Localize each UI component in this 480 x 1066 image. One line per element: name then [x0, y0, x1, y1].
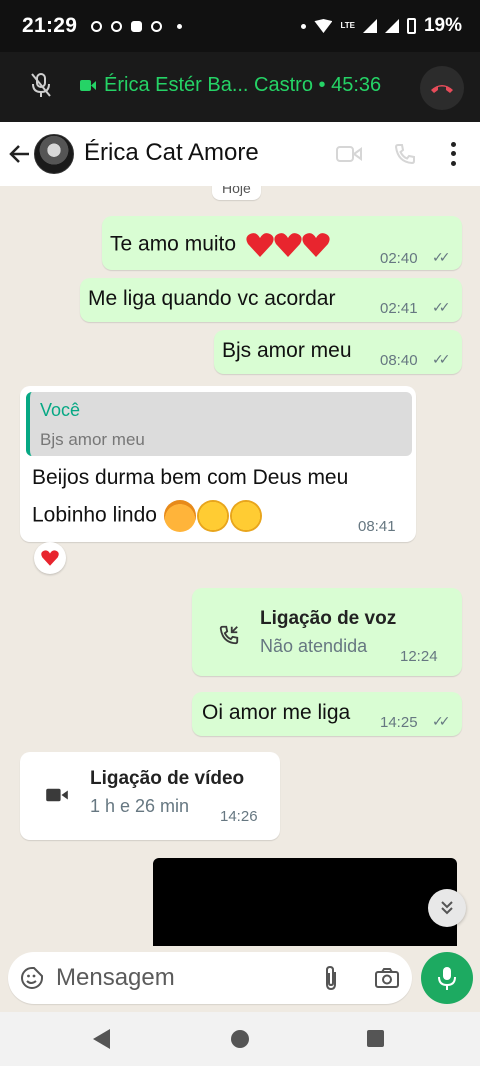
voice-call-icon[interactable] [393, 142, 417, 166]
message-time: 12:24 [400, 648, 438, 665]
contact-avatar[interactable] [34, 134, 74, 174]
notification-icon [111, 20, 123, 32]
scroll-to-bottom-button[interactable] [428, 889, 466, 927]
heart-emojis [242, 233, 331, 257]
read-receipt-icon: ✓✓ [432, 713, 451, 729]
voice-message-button[interactable] [421, 952, 473, 1004]
sticker-icon[interactable] [20, 966, 44, 990]
network-type-label: LTE [340, 21, 355, 30]
read-receipt-icon: ✓✓ [432, 299, 451, 315]
message-text: Te amo muito [110, 232, 237, 256]
call-title[interactable]: Érica Estér Ba... Castro • 45:36 [80, 74, 381, 97]
signal-icon [362, 19, 377, 33]
message-reaction[interactable] [34, 542, 66, 574]
video-call-icon [46, 788, 68, 802]
outgoing-message[interactable]: Oi amor me liga 14:25 ✓✓ [192, 692, 462, 736]
call-log-message[interactable]: Ligação de vídeo 1 h e 26 min 14:26 [20, 752, 280, 840]
notification-icon [151, 20, 163, 32]
incoming-message[interactable]: Você Bjs amor meu Beijos durma bem com D… [20, 386, 416, 542]
heart-emoji-icon [302, 233, 330, 257]
smiling-face-with-hearts-emoji-icon [229, 500, 262, 532]
dot-icon [450, 160, 456, 166]
video-call-icon [80, 80, 96, 91]
call-status: Não atendida [260, 636, 368, 656]
smiling-cat-heart-eyes-emoji-icon [163, 500, 196, 532]
read-receipt-icon: ✓✓ [432, 249, 451, 265]
camera-icon[interactable] [374, 966, 400, 990]
status-right-area: LTE 19% [295, 15, 462, 37]
quoted-message[interactable]: Você Bjs amor meu [26, 392, 412, 456]
double-chevron-down-icon [441, 901, 453, 915]
battery-percentage: 19% [423, 15, 462, 36]
nav-home-icon[interactable] [231, 1030, 249, 1048]
call-label: Ligação de voz [260, 608, 397, 629]
message-input[interactable] [56, 964, 306, 992]
notification-dot-icon [177, 23, 183, 29]
message-time: 08:41 [358, 518, 396, 535]
call-label: Ligação de vídeo [90, 768, 245, 789]
back-button[interactable] [8, 140, 32, 168]
outgoing-message[interactable]: Bjs amor meu 08:40 ✓✓ [214, 330, 462, 374]
dot-icon [450, 142, 456, 148]
message-text: Bjs amor meu [222, 339, 352, 362]
battery-icon [406, 18, 416, 34]
end-call-button[interactable] [420, 66, 464, 110]
status-notification-icons [91, 20, 183, 32]
notification-icon [91, 20, 103, 32]
heart-reaction-icon [41, 550, 59, 566]
notification-icon [131, 20, 143, 32]
quote-text: Bjs amor meu [40, 430, 145, 449]
date-chip: Hoje [212, 186, 261, 200]
dot-icon [450, 151, 456, 157]
signal-icon [384, 19, 399, 33]
message-time: 14:25 [380, 714, 418, 731]
chat-area[interactable]: Hoje Te amo muito 02:40 ✓✓ Me liga quand… [0, 186, 480, 946]
mute-button[interactable] [22, 66, 60, 104]
message-time: 14:26 [220, 808, 258, 825]
call-log-message[interactable]: Ligação de voz Não atendida 12:24 [192, 588, 462, 676]
message-text: Me liga quando vc acordar [88, 287, 336, 310]
system-navigation-bar [0, 1012, 480, 1066]
quote-author: Você [40, 400, 81, 420]
heart-emoji-icon [246, 233, 274, 257]
contact-name[interactable]: Érica Cat Amore [84, 139, 259, 167]
more-options-button[interactable] [443, 140, 463, 168]
message-time: 08:40 [380, 352, 418, 369]
composer-bar [0, 946, 480, 1012]
message-text: Oi amor me liga [202, 701, 351, 724]
message-composer [8, 952, 412, 1004]
chat-header: Érica Cat Amore [0, 122, 480, 186]
video-call-icon[interactable] [336, 144, 362, 164]
outgoing-message[interactable]: Me liga quando vc acordar 02:41 ✓✓ [80, 278, 462, 322]
call-duration: 1 h e 26 min [90, 796, 190, 816]
hangup-icon [431, 85, 453, 93]
ongoing-call-banner[interactable]: Érica Estér Ba... Castro • 45:36 [0, 52, 480, 122]
message-text-line1: Beijos durma bem com Deus meu [32, 466, 349, 489]
status-bar: 21:29 LTE 19% [0, 0, 480, 52]
message-text-line2: Lobinho lindo [32, 503, 157, 527]
arrow-left-icon [9, 145, 29, 163]
smiling-face-with-hearts-emoji-icon [196, 500, 229, 532]
message-time: 02:41 [380, 300, 418, 317]
message-time: 02:40 [380, 250, 418, 267]
notification-dot-icon [301, 23, 307, 29]
phone-missed-icon [219, 625, 239, 645]
nav-recents-icon[interactable] [367, 1030, 384, 1047]
missed-call-icon-wrapper [212, 618, 246, 652]
video-call-icon-wrapper [40, 778, 74, 812]
microphone-icon [438, 967, 456, 990]
wifi-icon [314, 19, 333, 33]
read-receipt-icon: ✓✓ [432, 351, 451, 367]
nav-back-icon[interactable] [93, 1029, 110, 1049]
heart-emoji-icon [274, 233, 302, 257]
call-title-text: Érica Estér Ba... Castro • 45:36 [104, 74, 382, 96]
outgoing-message[interactable]: Te amo muito 02:40 ✓✓ [102, 216, 462, 270]
mic-off-icon [31, 73, 51, 97]
paperclip-icon[interactable] [320, 964, 342, 992]
status-time: 21:29 [22, 14, 78, 37]
media-message-thumbnail[interactable] [153, 858, 457, 946]
